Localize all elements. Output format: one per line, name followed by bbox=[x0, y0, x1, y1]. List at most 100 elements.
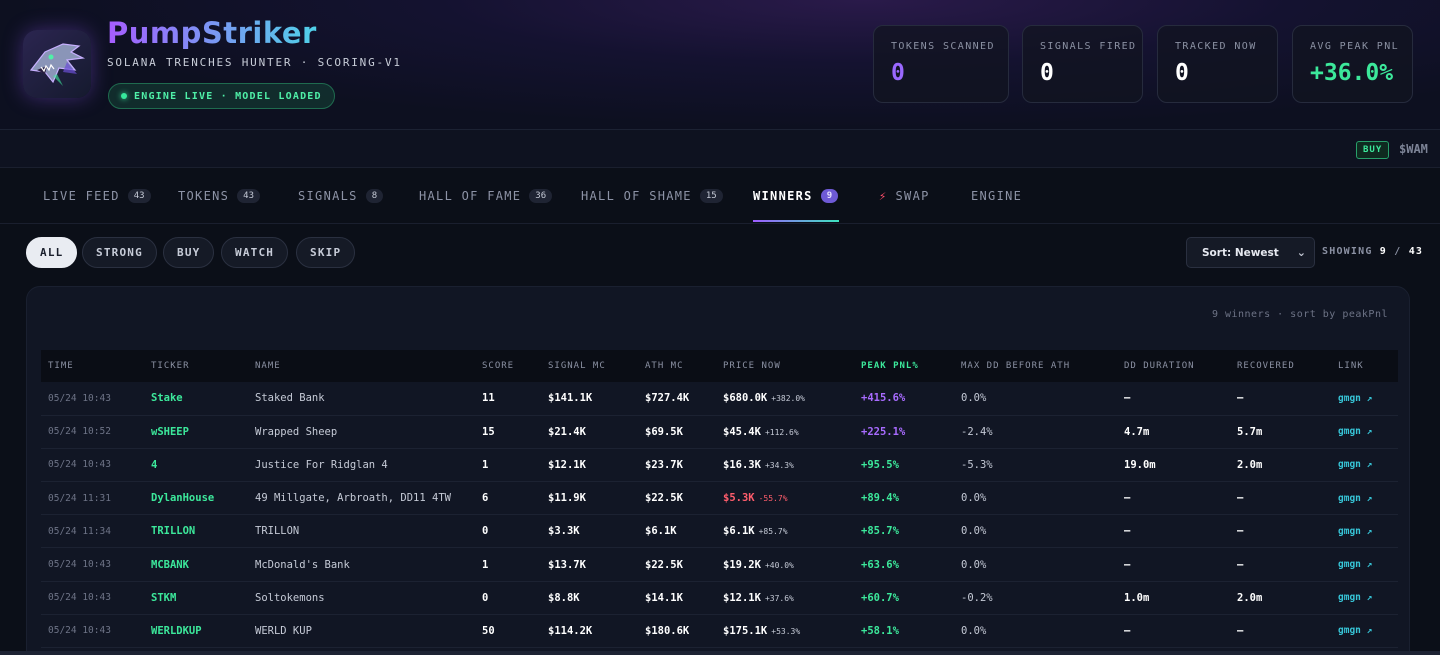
cell-peak-pnl: +60.7% bbox=[861, 591, 899, 604]
filter-strong-button[interactable]: STRONG bbox=[82, 237, 157, 268]
stat-value: 0 bbox=[891, 60, 905, 86]
cell-dd-duration: 19.0m bbox=[1124, 458, 1156, 471]
cell-ticker[interactable]: WERLDKUP bbox=[144, 614, 248, 647]
gmgn-link[interactable]: gmgn ↗ bbox=[1331, 415, 1398, 448]
price-change: +382.0% bbox=[771, 394, 805, 404]
cell-max-dd: -0.2% bbox=[961, 591, 993, 604]
table-row[interactable]: 05/24 10:43 MCBANK McDonald's Bank 1 $13.7K $… bbox=[41, 548, 1398, 582]
price-change: +53.3% bbox=[771, 626, 801, 636]
cell-dd-duration: — bbox=[1124, 624, 1131, 637]
tab-engine[interactable]: ENGINE bbox=[971, 168, 1022, 224]
cell-peak-pnl: +225.1% bbox=[861, 425, 906, 438]
tab-swap[interactable]: ⚡ SWAP bbox=[879, 168, 930, 224]
gmgn-link[interactable]: gmgn ↗ bbox=[1331, 448, 1398, 481]
engine-status-label: ENGINE LIVE · MODEL LOADED bbox=[134, 90, 322, 102]
cell-dd-duration: 4.7m bbox=[1124, 425, 1150, 438]
table-row[interactable]: 05/24 11:31 DylanHouse 49 Millgate, Arbroa… bbox=[41, 482, 1398, 515]
gmgn-link[interactable]: gmgn ↗ bbox=[1331, 382, 1398, 415]
cell-price-now: $175.1K +53.3% bbox=[716, 614, 854, 647]
ticker-symbol[interactable]: $WAM bbox=[1399, 142, 1440, 156]
sort-value: Sort: Newest bbox=[1202, 246, 1279, 259]
table-row[interactable]: 05/24 10:43 Stake Staked Bank 11 $141.1K $727… bbox=[41, 382, 1398, 416]
sort-select[interactable]: Sort: Newest ⌄ bbox=[1186, 237, 1315, 268]
bottom-scrollbar-track bbox=[0, 651, 1440, 655]
cell-ticker[interactable]: MCBANK bbox=[144, 548, 248, 581]
filter-skip-button[interactable]: SKIP bbox=[296, 237, 356, 268]
cell-ticker[interactable]: DylanHouse bbox=[144, 482, 248, 515]
price-value: $12.1K bbox=[723, 591, 761, 604]
tab-count-badge: 43 bbox=[237, 189, 260, 203]
tab-tokens[interactable]: TOKENS 43 bbox=[178, 168, 260, 224]
table-row[interactable]: 05/24 11:34 TRILLON TRILLON 0 $3.3K $6.1K $6.1… bbox=[41, 515, 1398, 548]
cell-max-dd: -5.3% bbox=[961, 458, 993, 471]
cell-name: TRILLON bbox=[255, 525, 300, 538]
gmgn-link[interactable]: gmgn ↗ bbox=[1331, 581, 1398, 614]
price-change: +37.6% bbox=[764, 593, 794, 603]
price-change: +40.0% bbox=[764, 560, 794, 570]
column-header[interactable]: NAME bbox=[248, 350, 475, 382]
cell-peak-pnl: +89.4% bbox=[861, 492, 899, 505]
column-header[interactable]: LINK bbox=[1331, 350, 1398, 382]
table-row[interactable]: 05/24 10:52 wSHEEP Wrapped Sheep 15 $21.4K $6… bbox=[41, 415, 1398, 449]
stat-card-avg-peak-pnl: AVG PEAK PNL +36.0% bbox=[1292, 25, 1413, 103]
cell-recovered: — bbox=[1237, 558, 1244, 571]
column-header[interactable]: PEAK PNL% bbox=[854, 350, 954, 382]
gmgn-link[interactable]: gmgn ↗ bbox=[1331, 614, 1398, 647]
column-header[interactable]: PRICE NOW bbox=[716, 350, 854, 382]
showing-current: 9 bbox=[1379, 246, 1388, 257]
filter-watch-button[interactable]: WATCH bbox=[221, 237, 289, 268]
gmgn-link[interactable]: gmgn ↗ bbox=[1331, 482, 1398, 515]
column-header[interactable]: ATH MC bbox=[638, 350, 716, 382]
tab-live-feed[interactable]: LIVE FEED 43 bbox=[43, 168, 151, 224]
filter-all-button[interactable]: ALL bbox=[26, 237, 78, 268]
engine-status-badge: ENGINE LIVE · MODEL LOADED bbox=[108, 83, 335, 109]
panel-meta: 9 winners · sort by peakPnl bbox=[1211, 309, 1388, 320]
tab-hall-of-shame[interactable]: HALL OF SHAME 15 bbox=[581, 168, 723, 224]
cell-time: 05/24 10:43 bbox=[48, 625, 111, 637]
tab-hall-of-fame[interactable]: HALL OF FAME 36 bbox=[419, 168, 553, 224]
tab-signals[interactable]: SIGNALS 8 bbox=[298, 168, 384, 224]
cell-price-now: $19.2K +40.0% bbox=[716, 548, 854, 581]
table-row[interactable]: 05/24 10:43 WERLDKUP WERLD KUP 50 $114.2K $18… bbox=[41, 614, 1398, 648]
table-row[interactable]: 05/24 10:43 STKM Soltokemons 0 $8.8K $14.1K $1… bbox=[41, 581, 1398, 615]
column-header[interactable]: RECOVERED bbox=[1230, 350, 1331, 382]
showing-prefix: SHOWING bbox=[1322, 246, 1373, 257]
cell-dd-duration: — bbox=[1124, 392, 1131, 405]
cell-price-now: $45.4K +112.6% bbox=[716, 415, 854, 448]
cell-ath-mc: $180.6K bbox=[645, 624, 690, 637]
cell-dd-duration: — bbox=[1124, 558, 1131, 571]
cell-score: 50 bbox=[482, 624, 495, 637]
price-value: $16.3K bbox=[723, 458, 761, 471]
column-header[interactable]: SCORE bbox=[475, 350, 541, 382]
column-header[interactable]: MAX DD BEFORE ATH bbox=[954, 350, 1117, 382]
column-header[interactable]: TICKER bbox=[144, 350, 248, 382]
price-change: -55.7% bbox=[758, 494, 788, 504]
cell-ticker[interactable]: TRILLON bbox=[144, 515, 248, 548]
column-header[interactable]: SIGNAL MC bbox=[541, 350, 638, 382]
cell-ath-mc: $727.4K bbox=[645, 392, 690, 405]
cell-ath-mc: $23.7K bbox=[645, 458, 683, 471]
cell-signal-mc: $114.2K bbox=[548, 624, 593, 637]
price-value: $175.1K bbox=[723, 624, 768, 637]
tab-count-badge: 8 bbox=[365, 189, 384, 203]
price-value: $5.3K bbox=[723, 492, 755, 505]
tab-count-badge: 36 bbox=[529, 189, 553, 203]
tab-label: ENGINE bbox=[971, 189, 1023, 203]
cell-ticker[interactable]: STKM bbox=[144, 581, 248, 614]
tab-label: WINNERS bbox=[753, 189, 813, 203]
stat-card-signals-fired: SIGNALS FIRED 0 bbox=[1022, 25, 1143, 103]
price-change: +112.6% bbox=[764, 427, 799, 437]
gmgn-link[interactable]: gmgn ↗ bbox=[1331, 515, 1398, 548]
ticker-buy-badge: BUY bbox=[1356, 141, 1390, 159]
cell-ath-mc: $14.1K bbox=[645, 591, 683, 604]
cell-ticker[interactable]: 4 bbox=[144, 448, 248, 481]
cell-time: 05/24 10:43 bbox=[48, 592, 111, 604]
column-header[interactable]: DD DURATION bbox=[1117, 350, 1230, 382]
table-row[interactable]: 05/24 10:43 4 Justice For Ridglan 4 1 $12.1K… bbox=[41, 448, 1398, 482]
cell-ticker[interactable]: wSHEEP bbox=[144, 415, 248, 448]
cell-ticker[interactable]: Stake bbox=[144, 382, 248, 415]
tab-winners[interactable]: WINNERS 9 bbox=[753, 168, 839, 224]
filter-buy-button[interactable]: BUY bbox=[163, 237, 215, 268]
gmgn-link[interactable]: gmgn ↗ bbox=[1331, 548, 1398, 581]
column-header[interactable]: TIME bbox=[41, 350, 144, 382]
